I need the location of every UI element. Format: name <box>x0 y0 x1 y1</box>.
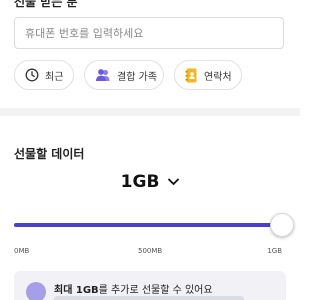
slider-fill <box>14 223 282 227</box>
gift-limit-highlight: 최대 1GB <box>54 285 99 296</box>
gift-limit-notice: 최대 1GB를 추가로 선물할 수 있어요 <box>14 271 286 300</box>
phone-number-input[interactable] <box>14 17 284 49</box>
chevron-down-icon <box>168 171 180 191</box>
clock-icon <box>25 68 39 82</box>
data-amount-slider[interactable] <box>14 212 294 238</box>
contacts-button-label: 연락처 <box>204 71 232 83</box>
family-bundle-button[interactable]: 결합 가족 <box>84 60 164 90</box>
gift-data-section-title: 선물할 데이터 <box>14 147 85 161</box>
family-bundle-button-label: 결합 가족 <box>117 71 157 83</box>
notice-subtext <box>54 296 244 300</box>
data-amount-value: 1GB <box>120 172 160 192</box>
contacts-book-icon <box>185 68 198 83</box>
slider-thumb[interactable] <box>270 213 294 237</box>
gift-limit-text: 최대 1GB를 추가로 선물할 수 있어요 <box>54 281 213 296</box>
gift-data-screen: 선물 받는 분 최근 결합 가족 <box>0 0 300 300</box>
recipient-section-title: 선물 받는 분 <box>14 0 78 9</box>
slider-max-label: 1GB <box>267 247 282 255</box>
recent-button-label: 최근 <box>45 71 64 83</box>
section-divider <box>0 108 300 116</box>
info-icon <box>26 282 46 300</box>
gift-limit-message: 를 추가로 선물할 수 있어요 <box>98 285 213 296</box>
data-amount-selector[interactable]: 1GB <box>0 172 300 192</box>
slider-min-label: 0MB <box>14 247 30 255</box>
family-group-icon <box>95 68 111 82</box>
recent-button[interactable]: 최근 <box>14 60 74 90</box>
contacts-button[interactable]: 연락처 <box>174 60 242 90</box>
slider-mid-label: 500MB <box>138 247 163 255</box>
